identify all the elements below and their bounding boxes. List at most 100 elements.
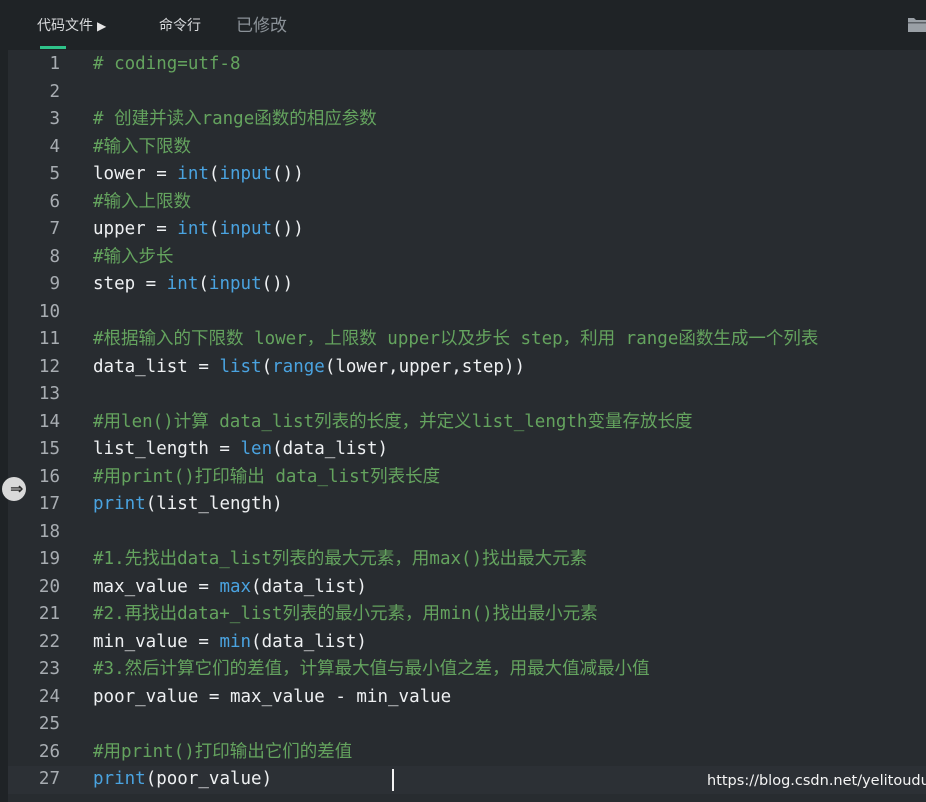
code-line[interactable]: 11 #根据输入的下限数 lower，上限数 upper以及步长 step，利用 … bbox=[8, 326, 926, 354]
code-comment: #用print()打印输出它们的差值 bbox=[93, 741, 353, 762]
code-text: max_value = max(data_list) bbox=[93, 574, 367, 602]
code-line[interactable]: 5 lower = int(input()) bbox=[8, 161, 926, 189]
code-text: #1.先找出data_list列表的最大元素，用max()找出最大元素 bbox=[93, 546, 587, 574]
code-line[interactable]: 2 bbox=[8, 79, 926, 107]
code-line[interactable]: 13 bbox=[8, 381, 926, 409]
code-builtin: max bbox=[219, 576, 252, 597]
code-token: (poor_value) bbox=[145, 769, 273, 789]
code-token: ( bbox=[208, 219, 220, 239]
line-number: 4 bbox=[49, 136, 60, 157]
code-builtin: print bbox=[93, 769, 146, 789]
run-icon[interactable]: ▶ bbox=[97, 19, 106, 33]
code-text: lower = int(input()) bbox=[93, 161, 304, 189]
line-number: 18 bbox=[38, 521, 60, 542]
line-number: 26 bbox=[38, 741, 60, 762]
code-text: min_value = min(data_list) bbox=[93, 629, 367, 657]
code-token: (list_length) bbox=[145, 494, 283, 514]
line-number: 15 bbox=[38, 439, 60, 459]
line-number: 20 bbox=[38, 576, 60, 597]
code-line[interactable]: 25 bbox=[8, 711, 926, 739]
tab-code-file-label: 代码文件 bbox=[37, 18, 93, 34]
code-comment: #输入步长 bbox=[93, 246, 174, 267]
code-editor[interactable]: 1 # coding=utf-8 2 3 # 创建并读入range函数的相应参数 4 #输入… bbox=[2, 50, 926, 802]
watermark: https://blog.csdn.net/yelitoudu bbox=[707, 773, 926, 789]
code-line[interactable]: 1 # coding=utf-8 bbox=[8, 51, 926, 79]
code-comment: #输入上限数 bbox=[93, 191, 192, 212]
line-number: 23 bbox=[38, 659, 60, 679]
code-comment: #1.先找出data_list列表的最大元素，用max()找出最大元素 bbox=[93, 549, 588, 569]
line-number: 2 bbox=[49, 81, 60, 102]
text-cursor bbox=[392, 769, 395, 791]
code-text: print(poor_value) bbox=[93, 766, 272, 794]
code-builtin: list bbox=[219, 356, 262, 377]
code-token: (data_list) bbox=[251, 631, 367, 652]
line-number: 11 bbox=[38, 329, 60, 349]
code-token: lower = bbox=[93, 164, 178, 184]
code-line[interactable]: 14 #用len()计算 data_list列表的长度，并定义list_lengt… bbox=[8, 409, 926, 437]
code-text: list_length = len(data_list) bbox=[93, 436, 388, 464]
arrow-right-icon: ⇒ bbox=[10, 479, 24, 498]
code-token: max_value = bbox=[93, 576, 220, 597]
code-line[interactable]: 20 max_value = max(data_list) bbox=[8, 574, 926, 602]
line-number: 10 bbox=[38, 301, 60, 322]
code-text: #根据输入的下限数 lower，上限数 upper以及步长 step，利用 ra… bbox=[93, 326, 818, 354]
code-line[interactable]: 8 #输入步长 bbox=[8, 244, 926, 272]
code-builtin: int bbox=[177, 219, 209, 239]
tab-command-line-label: 命令行 bbox=[159, 18, 201, 34]
code-token: data_list = bbox=[93, 356, 220, 377]
code-comment: #2.再找出data+_list列表的最小元素，用min()找出最小元素 bbox=[93, 604, 598, 624]
code-text: #输入下限数 bbox=[93, 134, 191, 162]
tab-command-line[interactable]: 命令行 bbox=[159, 0, 201, 50]
code-line[interactable]: 7 upper = int(input()) bbox=[8, 216, 926, 244]
code-text: print(list_length) bbox=[93, 491, 283, 519]
code-line[interactable]: 17 print(list_length) bbox=[8, 491, 926, 519]
tab-code-file[interactable]: 代码文件 ▶ bbox=[37, 0, 106, 50]
code-builtin: min bbox=[219, 631, 252, 652]
line-number: 13 bbox=[38, 384, 60, 404]
code-builtin: input bbox=[219, 219, 273, 239]
code-text: #用print()打印输出 data_list列表长度 bbox=[93, 464, 440, 492]
code-line[interactable]: 3 # 创建并读入range函数的相应参数 bbox=[8, 106, 926, 134]
code-line[interactable]: 23 #3.然后计算它们的差值，计算最大值与最小值之差，用最大值减最小值 bbox=[8, 656, 926, 684]
code-line[interactable]: 10 bbox=[8, 299, 926, 327]
code-line[interactable]: 15 list_length = len(data_list) bbox=[8, 436, 926, 464]
line-number: 21 bbox=[38, 604, 60, 624]
code-text: poor_value = max_value - min_value bbox=[93, 684, 451, 712]
fold-toggle-button[interactable]: ⇒ bbox=[2, 477, 26, 501]
code-line[interactable]: 9 step = int(input()) bbox=[8, 271, 926, 299]
code-token: ()) bbox=[261, 274, 294, 294]
code-line[interactable]: 22 min_value = min(data_list) bbox=[8, 629, 926, 657]
code-line[interactable]: 18 bbox=[8, 519, 926, 547]
line-number: 3 bbox=[49, 109, 60, 129]
line-number: 5 bbox=[49, 164, 60, 184]
code-line[interactable]: 21 #2.再找出data+_list列表的最小元素，用min()找出最小元素 bbox=[8, 601, 926, 629]
code-builtin: input bbox=[219, 164, 273, 184]
code-text: #输入步长 bbox=[93, 244, 174, 272]
code-text: step = int(input()) bbox=[93, 271, 293, 299]
code-line[interactable]: 12 data_list = list(range(lower,upper,ste… bbox=[8, 354, 926, 382]
code-comment: # coding=utf-8 bbox=[93, 54, 241, 74]
line-number: 25 bbox=[38, 714, 60, 734]
code-line[interactable]: 4 #输入下限数 bbox=[8, 134, 926, 162]
code-comment: # 创建并读入range函数的相应参数 bbox=[93, 109, 377, 129]
code-builtin: print bbox=[93, 494, 146, 514]
code-line[interactable]: 16 #用print()打印输出 data_list列表长度 bbox=[8, 464, 926, 492]
modified-status: 已修改 bbox=[236, 16, 287, 36]
code-token: list_length = bbox=[93, 439, 241, 459]
code-line[interactable]: 24 poor_value = max_value - min_value bbox=[8, 684, 926, 712]
code-token: ( bbox=[261, 356, 273, 377]
code-line[interactable]: 6 #输入上限数 bbox=[8, 189, 926, 217]
code-text: #用len()计算 data_list列表的长度，并定义list_length变… bbox=[93, 409, 692, 437]
code-token: (lower,upper,step)) bbox=[324, 356, 526, 377]
line-number: 8 bbox=[49, 246, 60, 267]
code-comment: #输入下限数 bbox=[93, 136, 192, 157]
code-line[interactable]: 26 #用print()打印输出它们的差值 bbox=[8, 739, 926, 767]
code-comment: #3.然后计算它们的差值，计算最大值与最小值之差，用最大值减最小值 bbox=[93, 659, 650, 679]
code-token: (data_list) bbox=[251, 576, 367, 597]
line-number: 1 bbox=[49, 54, 60, 74]
code-comment: #用len()计算 data_list列表的长度，并定义list_length变… bbox=[93, 411, 693, 432]
code-comment: #用print()打印输出 data_list列表长度 bbox=[93, 466, 441, 487]
code-line[interactable]: 19 #1.先找出data_list列表的最大元素，用max()找出最大元素 bbox=[8, 546, 926, 574]
folder-icon[interactable] bbox=[906, 16, 926, 34]
code-text: #用print()打印输出它们的差值 bbox=[93, 739, 352, 767]
